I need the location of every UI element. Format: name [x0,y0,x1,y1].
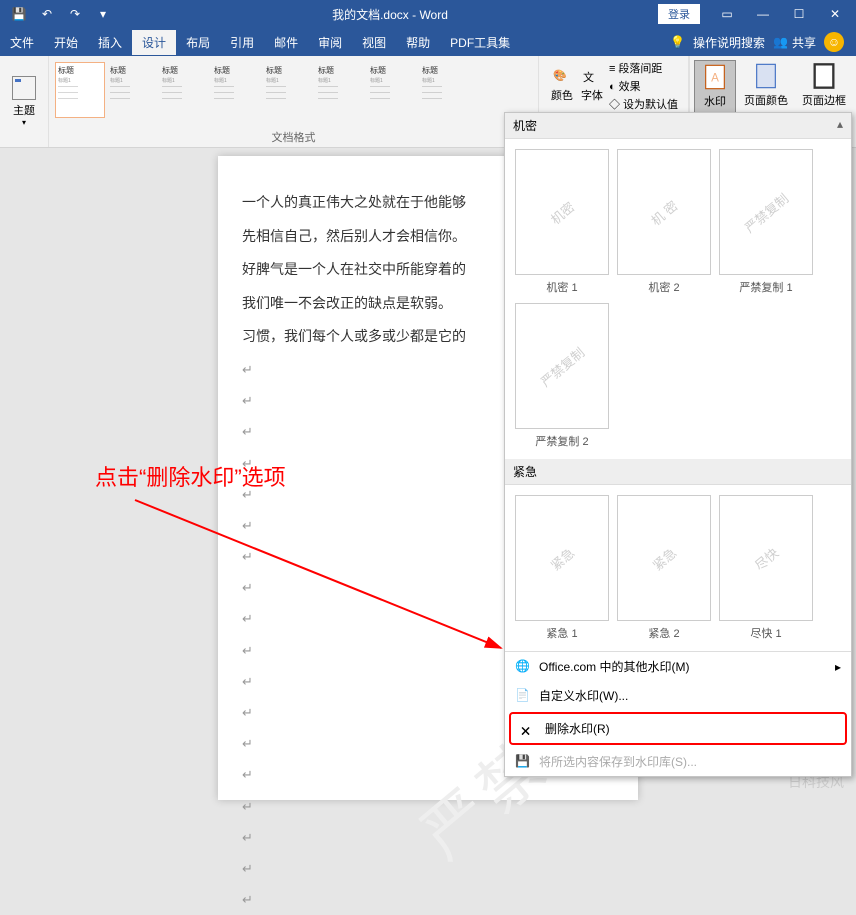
watermark-preset[interactable]: 机密机密 1 [515,149,609,295]
login-button[interactable]: 登录 [658,4,700,24]
tab-邮件[interactable]: 邮件 [264,30,308,55]
qat-customize-icon[interactable]: ▾ [92,3,114,25]
globe-icon: 🌐 [515,659,531,675]
custom-watermark-button[interactable]: 📄 自定义水印(W)... [505,681,851,710]
tab-开始[interactable]: 开始 [44,30,88,55]
style-set-2[interactable]: 标题标题1———————————— [159,62,209,118]
minimize-icon[interactable]: — [746,2,780,26]
custom-watermark-label: 自定义水印(W)... [539,687,628,704]
watermark-office-label: Office.com 中的其他水印(M) [539,658,689,675]
watermark-preset-label: 机密 2 [648,279,679,295]
style-set-0[interactable]: 标题标题1———————————— [55,62,105,118]
watermark-preset-label: 尽快 1 [750,625,781,641]
format-group-label: 文档格式 [271,129,315,145]
watermark-preset[interactable]: 尽快尽快 1 [719,495,813,641]
tellme-search[interactable]: 操作说明搜索 [693,34,765,51]
themes-button[interactable]: 主题 ▾ [4,72,44,131]
set-default-label: 设为默认值 [623,99,678,111]
watermark-preset-label: 紧急 1 [546,625,577,641]
fonts-icon: 文 [583,69,601,87]
watermark-preset-label: 机密 1 [546,279,577,295]
page-border-label: 页面边框 [802,92,846,108]
chevron-down-icon: ▾ [22,118,26,127]
tab-插入[interactable]: 插入 [88,30,132,55]
tab-设计[interactable]: 设计 [132,30,176,55]
remove-icon: 🗙 [521,721,537,737]
page-color-label: 页面颜色 [744,92,788,108]
fonts-button[interactable]: 文 字体 [579,67,605,105]
chevron-right-icon: ▸ [835,660,841,674]
para-spacing-label: 段落间距 [618,63,662,75]
redo-icon[interactable]: ↷ [64,3,86,25]
paragraph-mark: ↵ [242,884,614,915]
watermark-preset-label: 严禁复制 1 [739,279,792,295]
watermark-icon: A [701,63,729,91]
style-set-7[interactable]: 标题标题1———————————— [419,62,469,118]
effects-button[interactable]: ◐ 效果 [609,78,678,94]
colors-button[interactable]: 🎨 颜色 [549,67,575,105]
watermark-preset[interactable]: 严禁复制严禁复制 2 [515,303,609,449]
share-label: 共享 [792,34,816,51]
style-set-6[interactable]: 标题标题1———————————— [367,62,417,118]
paragraph-mark: ↵ [242,791,614,822]
wm-section-title: 紧急 [513,463,537,480]
share-button[interactable]: 👥 共享 [773,34,816,51]
watermark-preset-label: 紧急 2 [648,625,679,641]
watermark-office-link[interactable]: 🌐 Office.com 中的其他水印(M) ▸ [505,652,851,681]
page-icon: 📄 [515,688,531,704]
themes-icon [12,76,36,100]
fonts-label: 字体 [581,87,603,103]
watermark-preset[interactable]: 机 密机密 2 [617,149,711,295]
save-gallery-icon: 💾 [515,754,531,770]
para-spacing-button[interactable]: ≡ 段落间距 [609,60,678,76]
window-title: 我的文档.docx - Word [122,6,658,23]
share-icon: 👥 [773,35,788,49]
themes-label: 主题 [13,102,35,118]
page-border-icon [810,62,838,90]
ribbon-display-icon[interactable]: ▭ [710,2,744,26]
wm-scroll-up-icon[interactable]: ▴ [837,117,843,134]
tab-帮助[interactable]: 帮助 [396,30,440,55]
watermark-dropdown: 机密▴机密机密 1机 密机密 2严禁复制严禁复制 1严禁复制严禁复制 2紧急紧急… [504,112,852,777]
tab-文件[interactable]: 文件 [0,30,44,55]
save-watermark-label: 将所选内容保存到水印库(S)... [539,753,697,770]
watermark-preset[interactable]: 严禁复制严禁复制 1 [719,149,813,295]
paragraph-mark: ↵ [242,822,614,853]
effects-label: 效果 [619,81,641,93]
tab-布局[interactable]: 布局 [176,30,220,55]
feedback-icon[interactable]: ☺ [824,32,844,52]
remove-watermark-button[interactable]: 🗙 删除水印(R) [509,712,847,745]
watermark-preset[interactable]: 紧急紧急 2 [617,495,711,641]
tab-审阅[interactable]: 审阅 [308,30,352,55]
wm-section-title: 机密 [513,117,537,134]
close-icon[interactable]: ✕ [818,2,852,26]
undo-icon[interactable]: ↶ [36,3,58,25]
page-color-icon [752,62,780,90]
style-set-3[interactable]: 标题标题1———————————— [211,62,261,118]
style-set-1[interactable]: 标题标题1———————————— [107,62,157,118]
watermark-preset[interactable]: 紧急紧急 1 [515,495,609,641]
colors-icon: 🎨 [553,69,571,87]
tab-PDF工具集[interactable]: PDF工具集 [440,30,520,55]
annotation-text: 点击“删除水印”选项 [95,460,286,492]
colors-label: 颜色 [551,87,573,103]
style-set-4[interactable]: 标题标题1———————————— [263,62,313,118]
svg-text:A: A [711,72,719,85]
watermark-label: 水印 [704,93,726,109]
style-set-5[interactable]: 标题标题1———————————— [315,62,365,118]
tellme-icon: 💡 [670,35,685,49]
save-watermark-button: 💾 将所选内容保存到水印库(S)... [505,747,851,776]
tab-引用[interactable]: 引用 [220,30,264,55]
maximize-icon[interactable]: ☐ [782,2,816,26]
save-icon[interactable]: 💾 [8,3,30,25]
remove-watermark-label: 删除水印(R) [545,720,610,737]
set-default-button[interactable]: ◇ 设为默认值 [609,96,678,112]
paragraph-mark: ↵ [242,853,614,884]
tab-视图[interactable]: 视图 [352,30,396,55]
watermark-preset-label: 严禁复制 2 [535,433,588,449]
